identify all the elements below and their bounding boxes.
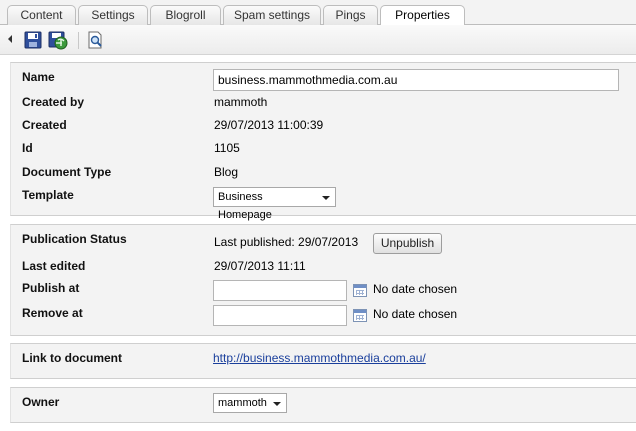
template-select[interactable]: Business Homepage (213, 187, 336, 221)
save-and-publish-icon[interactable] (48, 30, 68, 50)
created-by-value: mammoth (214, 95, 268, 109)
template-label: Template (22, 188, 74, 202)
last-edited-label: Last edited (22, 259, 86, 273)
created-label: Created (22, 118, 67, 132)
chevron-down-icon (322, 196, 330, 200)
document-link[interactable]: http://business.mammothmedia.com.au/ (213, 351, 426, 365)
id-value: 1105 (214, 141, 240, 155)
publication-panel: Publication Status Last published: 29/07… (10, 224, 636, 336)
created-value: 29/07/2013 11:00:39 (214, 118, 324, 132)
id-label: Id (22, 141, 33, 155)
calendar-icon[interactable] (353, 309, 367, 322)
tab-properties[interactable]: Properties (380, 5, 465, 26)
last-edited-value: 29/07/2013 11:11 (214, 259, 306, 273)
save-icon[interactable] (23, 30, 43, 50)
document-type-label: Document Type (22, 165, 112, 179)
remove-at-note: No date chosen (373, 307, 458, 321)
tab-settings[interactable]: Settings (78, 5, 148, 25)
unpublish-button[interactable]: Unpublish (373, 233, 442, 254)
created-by-label: Created by (22, 95, 85, 109)
document-type-value: Blog (214, 165, 239, 179)
preview-icon[interactable] (85, 30, 105, 50)
template-select-value: Business Homepage (218, 191, 272, 221)
tab-spam-settings[interactable]: Spam settings (223, 5, 321, 25)
publish-at-label: Publish at (22, 281, 80, 295)
chevron-down-icon (273, 402, 281, 406)
publication-status-label: Publication Status (22, 232, 127, 246)
owner-label: Owner (22, 395, 60, 409)
calendar-icon[interactable] (353, 284, 367, 297)
toolbar (0, 25, 636, 55)
owner-select-value: mammoth (218, 397, 267, 409)
properties-panel: Name business.mammothmedia.com.au Create… (10, 62, 636, 221)
link-panel: Link to document http://business.mammoth… (10, 343, 636, 379)
remove-at-label: Remove at (22, 306, 83, 320)
publish-at-input[interactable] (213, 280, 347, 301)
toolbar-separator (78, 32, 79, 49)
collapse-arrow-icon[interactable] (8, 35, 12, 43)
name-label: Name (22, 70, 55, 84)
publication-status-value: Last published: 29/07/2013 (214, 235, 359, 249)
tab-content[interactable]: Content (7, 5, 76, 25)
link-to-document-label: Link to document (22, 351, 122, 365)
name-input[interactable]: business.mammothmedia.com.au (213, 69, 619, 91)
tab-pings[interactable]: Pings (323, 5, 378, 25)
publish-at-note: No date chosen (373, 282, 458, 296)
owner-select[interactable]: mammoth (213, 393, 287, 413)
remove-at-input[interactable] (213, 305, 347, 326)
tab-bar: Content Settings Blogroll Spam settings … (0, 0, 636, 26)
tab-blogroll[interactable]: Blogroll (150, 5, 221, 25)
owner-panel: Owner mammoth (10, 387, 636, 423)
